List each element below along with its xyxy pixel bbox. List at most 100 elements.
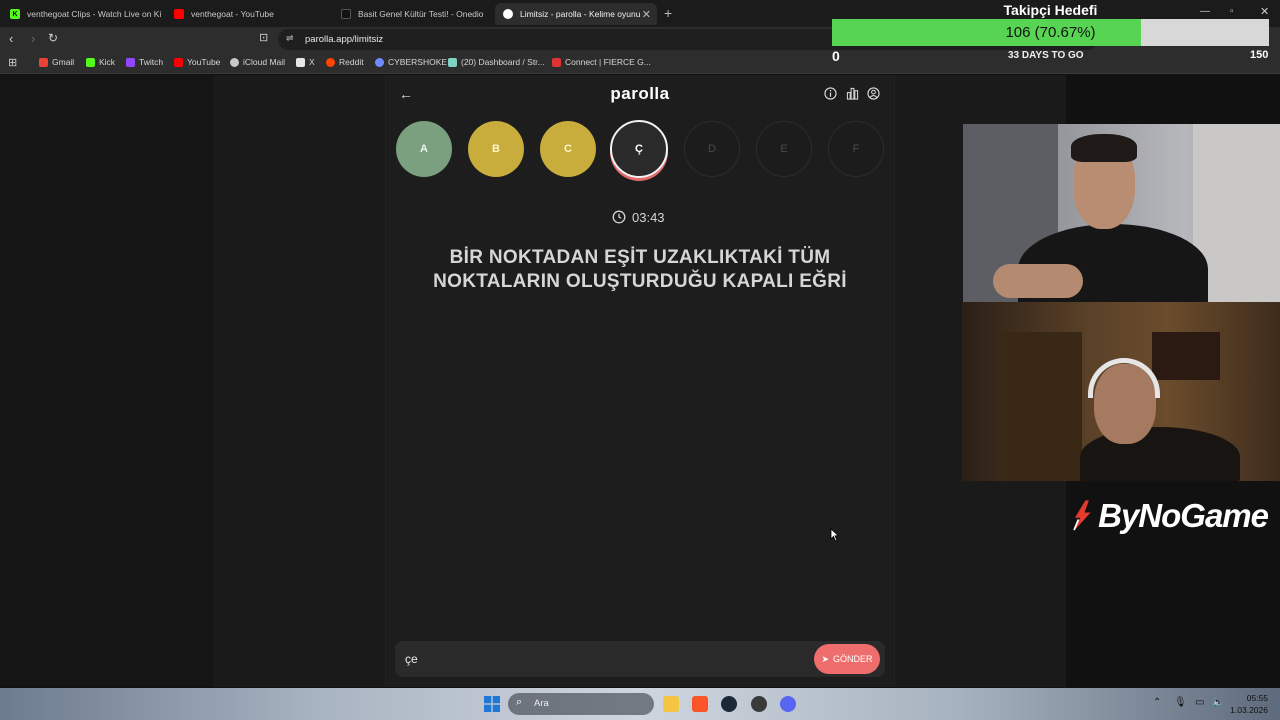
goal-min: 0	[832, 48, 840, 64]
goal-max: 150	[1250, 49, 1269, 61]
bookmark-label: Gmail	[52, 57, 75, 67]
tab-title: Basit Genel Kültür Testi! - Onedio	[358, 9, 484, 19]
fierce-icon	[552, 57, 561, 67]
bynogame-logo-icon	[1073, 500, 1091, 532]
youtube-icon	[174, 9, 184, 19]
tab-title: Limitsiz - parolla - Kelime oyunu	[520, 9, 641, 19]
bookmark-label: Connect | FIERCE G...	[565, 57, 651, 67]
kick-icon: K	[10, 9, 20, 19]
taskbar-search[interactable]: ⌕ Ara	[508, 693, 654, 715]
windows-start-icon[interactable]	[484, 696, 500, 712]
letter-label: D	[708, 143, 716, 155]
parolla-icon	[503, 9, 513, 19]
clock-date[interactable]: 1.03.2026	[1230, 705, 1268, 715]
taskbar-search-label: Ara	[534, 698, 549, 709]
steam-icon[interactable]	[721, 696, 737, 712]
bookmark-kick[interactable]: Kick	[86, 57, 115, 67]
letter-label: A	[420, 143, 428, 155]
letter-label: Ç	[635, 143, 643, 155]
site-info-icon[interactable]: ⇌	[286, 33, 294, 44]
letter-circle-current: Ç	[610, 120, 668, 178]
bookmark-dashboard[interactable]: (20) Dashboard / Str...	[448, 57, 545, 67]
back-icon[interactable]: ‹	[9, 31, 13, 46]
cam-poster	[1152, 332, 1220, 380]
microphone-icon[interactable]: 🎙	[1174, 697, 1187, 708]
sponsor-logo: ByNoGame	[1068, 494, 1269, 538]
page-left-margin	[0, 75, 213, 687]
reload-icon[interactable]: ↻	[48, 31, 58, 45]
x-icon	[296, 57, 305, 67]
forward-icon[interactable]: ›	[31, 31, 35, 46]
bookmark-reddit[interactable]: Reddit	[326, 57, 364, 67]
bookmark-fierce[interactable]: Connect | FIERCE G...	[552, 57, 651, 67]
tab-kick-clips[interactable]: K venthegoat Clips - Watch Live on Ki	[2, 3, 162, 25]
bookmark-x[interactable]: X	[296, 57, 315, 67]
apple-icon	[230, 57, 239, 67]
bookmark-icloud-mail[interactable]: iCloud Mail	[230, 57, 285, 67]
bookmark-label: iCloud Mail	[243, 57, 286, 67]
letter-circle-e: E	[756, 121, 812, 177]
clock-time[interactable]: 05:55	[1247, 693, 1268, 703]
letter-label: B	[492, 143, 500, 155]
letter-circle-c: C	[540, 121, 596, 177]
tab-youtube[interactable]: venthegoat - YouTube	[166, 3, 331, 25]
bookmark-youtube[interactable]: YouTube	[174, 57, 220, 67]
timer: 03:43	[612, 209, 672, 225]
volume-icon[interactable]: 🔈	[1212, 697, 1224, 708]
bookmark-label: Kick	[99, 57, 116, 67]
tray-overflow-icon[interactable]: ⌃	[1153, 697, 1161, 708]
headphones-icon	[1088, 358, 1160, 398]
follower-goal-widget: Takipçi Hedefi 106 (70.67%) 0 33 DAYS TO…	[832, 0, 1269, 64]
goal-days-left: 33 DAYS TO GO	[1008, 50, 1084, 61]
bookmark-label: CYBERSHOKE	[388, 57, 448, 67]
goal-progress-text: 106 (70.67%)	[1005, 24, 1096, 41]
app-logo[interactable]: parolla	[385, 84, 895, 104]
file-explorer-icon[interactable]	[663, 696, 679, 712]
taskbar: ⌕ Ara ⌃ 🎙 ▭ 🔈 05:55 1.03.2026	[0, 688, 1280, 720]
kick-icon	[86, 57, 95, 67]
profile-icon[interactable]	[867, 87, 880, 100]
send-button[interactable]: ➤ GÖNDER	[814, 644, 880, 674]
letter-circle-b: B	[468, 121, 524, 177]
streamer-hair	[1071, 134, 1137, 162]
tab-title: venthegoat - YouTube	[191, 9, 274, 19]
bookmark-label: X	[309, 57, 315, 67]
answer-input[interactable]	[405, 652, 785, 666]
streamer-arms	[993, 264, 1083, 298]
reddit-icon	[326, 57, 335, 67]
brave-browser-icon[interactable]	[692, 696, 708, 712]
chrome-icon[interactable]	[751, 696, 767, 712]
twitch-icon	[126, 57, 135, 67]
tab-onedio[interactable]: Basit Genel Kültür Testi! - Onedio	[333, 3, 493, 25]
bookmark-label: Reddit	[339, 57, 364, 67]
youtube-icon	[174, 57, 183, 67]
stats-icon[interactable]	[846, 87, 859, 100]
letter-circle-d: D	[684, 121, 740, 177]
bookmark-label: Twitch	[139, 57, 164, 67]
letter-circle-a: A	[396, 121, 452, 177]
answer-form: ➤ GÖNDER	[395, 641, 885, 677]
close-tab-icon[interactable]: ✕	[642, 8, 651, 21]
question-text: BİR NOKTADAN EŞİT UZAKLIKTAKİ TÜM NOKTAL…	[433, 247, 847, 292]
tab-parolla[interactable]: Limitsiz - parolla - Kelime oyunu ✕	[495, 3, 657, 25]
bookmark-twitch[interactable]: Twitch	[126, 57, 163, 67]
letter-label: C	[564, 143, 572, 155]
gmail-icon	[39, 57, 48, 67]
cybershoke-icon	[375, 57, 384, 67]
info-icon[interactable]	[824, 87, 837, 100]
cam-door	[1002, 332, 1082, 481]
discord-icon[interactable]	[780, 696, 796, 712]
goal-title: Takipçi Hedefi	[1003, 2, 1098, 18]
bookmark-gmail[interactable]: Gmail	[39, 57, 74, 67]
new-tab-button[interactable]: +	[664, 5, 672, 21]
onedio-icon	[341, 9, 351, 19]
network-icon[interactable]: ▭	[1195, 697, 1204, 708]
clock-icon	[612, 210, 626, 224]
timer-value: 03:43	[632, 209, 665, 225]
bookmark-cybershoke[interactable]: CYBERSHOKE	[375, 57, 447, 67]
send-icon: ➤	[821, 653, 830, 664]
bookmark-icon[interactable]: ⊡	[259, 31, 268, 44]
apps-grid-icon[interactable]: ⊞	[8, 56, 17, 69]
url-text[interactable]: parolla.app/limitsiz	[305, 34, 383, 45]
dashboard-icon	[448, 57, 457, 67]
